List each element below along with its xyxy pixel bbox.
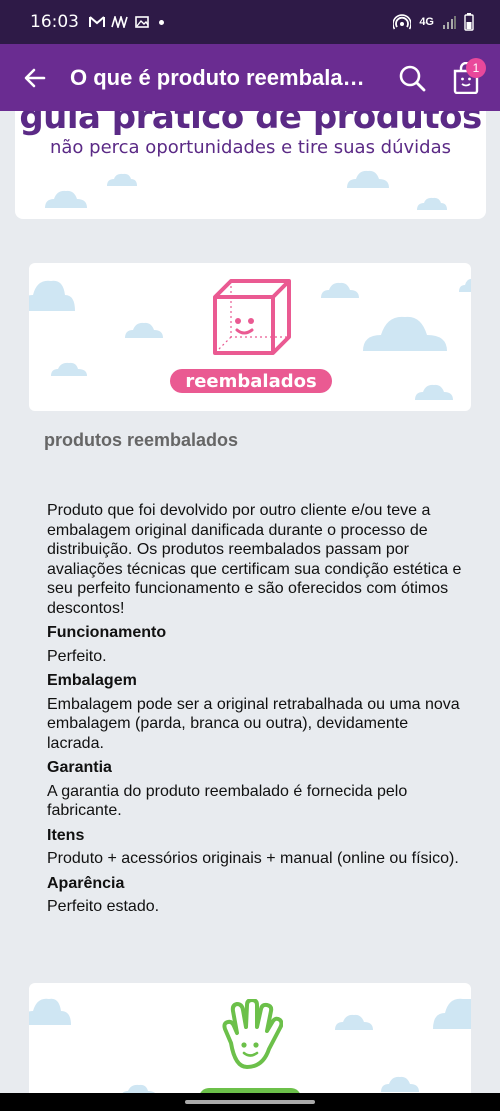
- text-itens: Produto + acessórios originais + manual …: [47, 850, 459, 867]
- text-aparencia: Perfeito estado.: [47, 898, 160, 915]
- cloud-decoration: [433, 998, 471, 1029]
- cloud-decoration: [347, 170, 389, 188]
- cloud-decoration: [29, 998, 71, 1025]
- notification-icons: [89, 16, 164, 28]
- image-icon: [135, 16, 149, 28]
- cloud-decoration: [363, 316, 447, 351]
- cloud-decoration: [415, 384, 453, 400]
- cloud-decoration: [125, 322, 163, 338]
- heading-embalagem: Embalagem: [47, 672, 137, 689]
- heading-aparencia: Aparência: [47, 874, 125, 892]
- section-title: produtos reembalados: [44, 430, 239, 450]
- guide-banner: guia prático de produtos não perca oport…: [15, 111, 486, 219]
- back-button[interactable]: [0, 44, 70, 111]
- guide-title: guia prático de produtos: [19, 111, 482, 137]
- search-button[interactable]: [392, 58, 432, 98]
- text-funcionamento: Perfeito.: [47, 647, 107, 665]
- cloud-decoration: [107, 173, 137, 186]
- system-navigation-bar: [0, 1093, 500, 1111]
- network-type: 4G: [419, 16, 434, 28]
- next-category-banner: [29, 983, 471, 1103]
- reembalados-banner: reembalados: [29, 263, 471, 411]
- cloud-decoration: [335, 1014, 373, 1030]
- cloud-decoration: [417, 197, 447, 210]
- description-content: Produto que foi devolvido por outro clie…: [47, 501, 467, 917]
- text-embalagem: Embalagem pode ser a original retrabalha…: [47, 695, 460, 752]
- cloud-decoration: [29, 280, 75, 311]
- guide-subtitle: não perca oportunidades e tire suas dúvi…: [49, 137, 451, 158]
- system-icons: 4G: [393, 13, 474, 31]
- cloud-decoration: [45, 190, 87, 208]
- app-notification-icon: [111, 16, 128, 28]
- heading-garantia: Garantia: [47, 759, 112, 776]
- cloud-decoration: [51, 362, 87, 376]
- back-arrow-icon: [24, 68, 46, 87]
- battery-icon: [464, 13, 474, 31]
- cloud-decoration: [459, 278, 471, 292]
- hand-icon: [222, 999, 283, 1069]
- hotspot-icon: [393, 14, 412, 30]
- text-garantia: A garantia do produto reembalado é forne…: [47, 782, 408, 820]
- cloud-decoration: [321, 282, 359, 298]
- signal-icon: [443, 16, 456, 29]
- cloud-decoration: [381, 1076, 419, 1092]
- heading-funcionamento: Funcionamento: [47, 624, 167, 641]
- heading-itens: Itens: [47, 826, 85, 844]
- status-time: 16:03: [30, 12, 79, 32]
- search-icon: [399, 65, 426, 92]
- page-title: O que é produto reembala…: [70, 64, 365, 90]
- box-icon: [213, 279, 291, 355]
- more-notifications-dot-icon: [159, 19, 164, 25]
- cart-count-badge: 1: [466, 58, 486, 78]
- cart-button[interactable]: 1: [444, 56, 488, 100]
- gmail-icon: [89, 16, 105, 27]
- app-bar: O que é produto reembala… 1: [0, 44, 500, 111]
- reembalados-label: reembalados: [170, 369, 332, 393]
- home-gesture-handle[interactable]: [185, 1100, 315, 1104]
- status-bar: 16:03 4G: [0, 0, 500, 44]
- intro-paragraph: Produto que foi devolvido por outro clie…: [47, 502, 462, 617]
